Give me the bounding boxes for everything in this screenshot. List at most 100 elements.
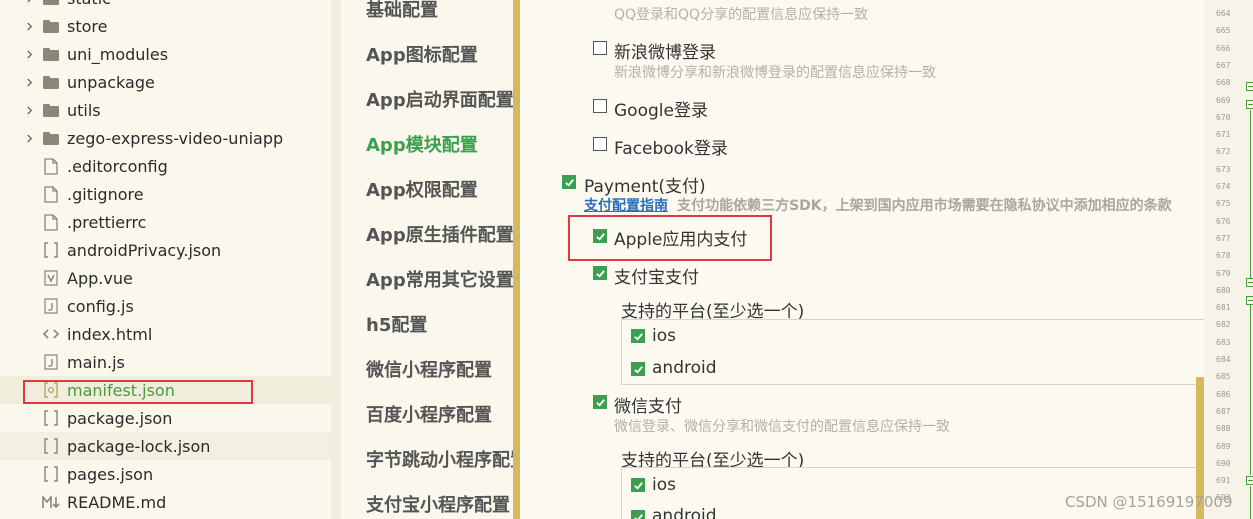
line-number: 687 [1216,406,1231,416]
line-number: 668 [1216,78,1231,88]
wxpay-label[interactable]: 微信支付 [614,392,682,417]
fold-toggle-icon[interactable] [1246,82,1253,91]
folder-row-unpackage[interactable]: unpackage [0,68,331,96]
apple-pay-checkbox[interactable] [593,229,607,243]
nav-scrollbar[interactable] [513,0,520,519]
settings-nav-item[interactable]: App权限配置 [366,176,478,202]
folder-row-static[interactable]: static [0,0,331,12]
file-row-editorconfig[interactable]: .editorconfig [0,152,331,180]
fold-toggle-icon[interactable] [1246,296,1253,305]
tree-item-label: package-lock.json [67,436,211,456]
chevron-right-icon[interactable] [24,0,34,3]
file-row-index-html[interactable]: index.html [0,320,331,348]
settings-nav-item[interactable]: 百度小程序配置 [366,401,492,427]
settings-nav-item[interactable]: App启动界面配置 [366,86,513,112]
wxpay-android-label[interactable]: android [652,506,717,519]
alipay-ios-checkbox[interactable] [631,329,645,343]
settings-nav-item[interactable]: 基础配置 [366,0,438,22]
folder-row-uni-modules[interactable]: uni_modules [0,40,331,68]
json-icon [42,465,60,483]
facebook-checkbox[interactable] [593,137,607,151]
file-row-readme-md[interactable]: README.md [0,488,331,516]
panel-divider[interactable] [331,0,341,519]
settings-nav-item[interactable]: 微信小程序配置 [366,356,492,382]
sina-checkbox[interactable] [593,41,607,55]
wxpay-ios-checkbox[interactable] [631,478,645,492]
wxpay-android-checkbox[interactable] [631,510,645,519]
file-row-package-json[interactable]: package.json [0,404,331,432]
tree-item-label: manifest.json [67,380,175,400]
folder-row-store[interactable]: store [0,12,331,40]
settings-nav-item[interactable]: App模块配置 [366,131,478,157]
payment-guide-link[interactable]: 支付配置指南 [584,198,668,214]
file-explorer: static store uni_modules unpackage utils zego… [0,0,331,519]
settings-nav-item[interactable]: 支付宝小程序配置 [366,491,510,517]
file-row-prettierrc[interactable]: .prettierrc [0,208,331,236]
line-number: 677 [1216,233,1231,243]
wxpay-checkbox[interactable] [593,395,607,409]
file-row-gitignore[interactable]: .gitignore [0,180,331,208]
tree-item-label: zego-express-video-uniapp [67,128,284,148]
fold-range-line [1250,110,1251,278]
file-row-androidprivacy-json[interactable]: androidPrivacy.json [0,236,331,264]
sina-label[interactable]: 新浪微博登录 [614,38,716,63]
file-row-pages-json[interactable]: pages.json [0,460,331,488]
settings-nav-item[interactable]: 字节跳动小程序配置 [366,446,513,472]
tree-item-label: package.json [67,408,173,428]
file-icon [42,157,60,175]
chevron-right-icon[interactable] [24,105,34,115]
file-row-main-js[interactable]: main.js [0,348,331,376]
line-number: 689 [1216,441,1231,451]
alipay-checkbox[interactable] [593,266,607,280]
js-icon [42,297,60,315]
payment-label[interactable]: Payment(支付) [584,172,706,197]
json-icon [42,241,60,259]
settings-nav-item[interactable]: App原生插件配置 [366,221,513,247]
wxpay-ios-label[interactable]: ios [652,475,676,495]
tree-item-label: .editorconfig [67,156,168,176]
line-number: 671 [1216,130,1231,140]
html-icon [42,325,60,343]
code-gutter: 664 665 666 667 668 669 670 671 672 673 674 675 676 6… [1204,0,1253,519]
line-number: 690 [1216,458,1231,468]
file-icon [42,213,60,231]
folder-icon [42,129,60,147]
fold-toggle-icon[interactable] [1246,278,1253,287]
tree-item-label: main.js [67,352,125,372]
fold-toggle-icon[interactable] [1246,476,1253,485]
settings-nav-item[interactable]: App图标配置 [366,41,478,67]
payment-checkbox[interactable] [562,175,576,189]
folder-icon [42,101,60,119]
alipay-android-checkbox[interactable] [631,362,645,376]
google-checkbox[interactable] [593,99,607,113]
fold-toggle-icon[interactable] [1246,100,1253,109]
tree-item-label: androidPrivacy.json [67,240,222,260]
google-label[interactable]: Google登录 [614,96,708,121]
manifest-settings-nav: 基础配置 App图标配置 App启动界面配置 App模块配置 App权限配置 App原生插… [341,0,513,519]
file-row-app-vue[interactable]: App.vue [0,264,331,292]
line-number: 670 [1216,112,1231,122]
alipay-ios-label[interactable]: ios [652,326,676,346]
file-row-manifest-json[interactable]: manifest.json [0,376,331,404]
line-number: 683 [1216,337,1231,347]
folder-row-zego-express-video-uniapp[interactable]: zego-express-video-uniapp [0,124,331,152]
tree-item-label: uni_modules [67,44,169,64]
chevron-right-icon[interactable] [24,77,34,87]
fold-range-line [1250,486,1251,519]
file-row-config-js[interactable]: config.js [0,292,331,320]
folder-row-utils[interactable]: utils [0,96,331,124]
chevron-right-icon[interactable] [24,49,34,59]
line-number: 678 [1216,251,1231,261]
apple-pay-label[interactable]: Apple应用内支付 [614,225,747,250]
line-number: 691 [1216,476,1231,486]
file-row-package-lock-json[interactable]: package-lock.json [0,432,331,460]
chevron-right-icon[interactable] [24,21,34,31]
settings-nav-item[interactable]: App常用其它设置 [366,266,513,292]
alipay-android-label[interactable]: android [652,358,717,378]
facebook-label[interactable]: Facebook登录 [614,134,728,159]
alipay-label[interactable]: 支付宝支付 [614,263,699,288]
line-number: 664 [1216,9,1231,18]
chevron-right-icon[interactable] [24,133,34,143]
settings-nav-item[interactable]: h5配置 [366,311,427,337]
fold-range-line [1250,305,1251,475]
